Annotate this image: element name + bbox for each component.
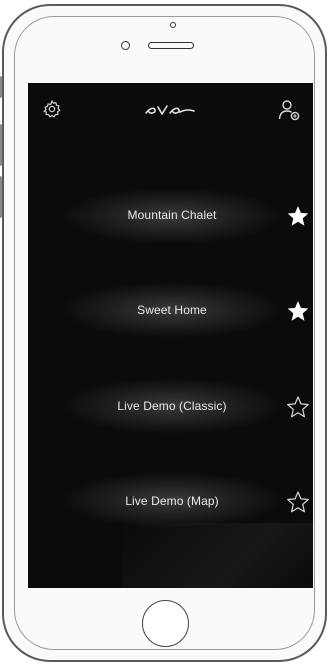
account-button[interactable] bbox=[274, 95, 304, 125]
account-icon bbox=[278, 100, 300, 121]
mute-switch bbox=[0, 76, 2, 98]
background-shading bbox=[123, 523, 313, 588]
home-button[interactable] bbox=[142, 600, 189, 647]
star-outline-icon bbox=[287, 491, 309, 513]
home-name: Mountain Chalet bbox=[127, 208, 217, 222]
list-item-home[interactable]: Live Demo (Classic) bbox=[28, 388, 313, 428]
app-screen: Mountain Chalet Sweet Home Live Demo (Cl… bbox=[28, 83, 313, 588]
proximity-sensor bbox=[170, 22, 176, 28]
home-name: Sweet Home bbox=[137, 303, 207, 317]
favorite-toggle[interactable] bbox=[285, 298, 311, 324]
gear-icon bbox=[43, 99, 61, 118]
front-camera bbox=[121, 41, 130, 50]
star-outline-icon bbox=[287, 396, 309, 418]
favorite-toggle[interactable] bbox=[285, 394, 311, 420]
star-filled-icon bbox=[287, 301, 309, 321]
home-name: Live Demo (Classic) bbox=[117, 399, 227, 413]
list-item-home[interactable]: Live Demo (Map) bbox=[28, 483, 313, 523]
list-item-home[interactable]: Mountain Chalet bbox=[28, 197, 313, 237]
volume-down-button bbox=[0, 176, 2, 218]
app-header bbox=[28, 83, 313, 133]
list-item-home[interactable]: Sweet Home bbox=[28, 292, 313, 332]
favorite-toggle[interactable] bbox=[285, 203, 311, 229]
favorite-toggle[interactable] bbox=[285, 489, 311, 515]
eve-logo bbox=[140, 98, 200, 120]
star-filled-icon bbox=[287, 206, 309, 226]
home-name: Live Demo (Map) bbox=[125, 494, 219, 508]
volume-up-button bbox=[0, 124, 2, 166]
earpiece-speaker bbox=[148, 42, 194, 49]
settings-button[interactable] bbox=[38, 95, 66, 123]
